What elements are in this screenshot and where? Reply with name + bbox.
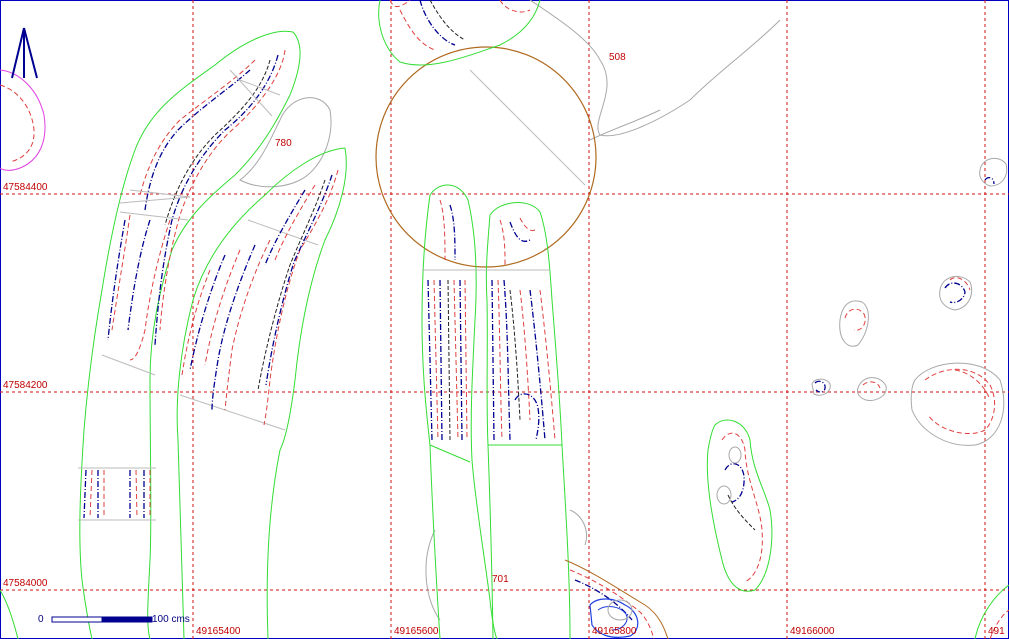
map-frame [0,0,1009,639]
scale-start-label: 0 [38,614,44,625]
feature-left-long [78,30,301,639]
grid-lines [0,0,1009,639]
small-blobs [814,177,996,434]
feature-top-center [378,0,541,66]
scale-end-label: 100 cms [152,614,190,625]
feature-bottom-left-edge [0,589,19,639]
grid-label-x-2: 49165600 [394,626,439,637]
circle-feature [375,46,597,268]
scale-bar: 0 100 cms [38,614,190,625]
scale-bar-filled [101,616,153,623]
grid-label-x-4: 49166000 [790,626,835,637]
grid-label-y-2: 47584200 [3,380,48,391]
feature-label-508: 508 [609,52,626,63]
pink-inner-contour [0,84,35,163]
grid-label-x-5: 491 [988,626,1005,637]
feature-bottom-center [564,509,669,639]
grid-label-x-1: 49165400 [196,626,241,637]
pink-outline [0,69,46,171]
grid-label-y-3: 47584000 [3,578,48,589]
feature-right-small [706,419,773,592]
map-canvas[interactable]: 0 100 cms 47584400 47584200 47584000 491… [0,0,1009,639]
grid-label-y-1: 47584400 [3,182,48,193]
feature-center-left [176,147,347,639]
grid-label-x-3: 49165800 [592,626,637,637]
feature-center-right [421,184,571,639]
feature-label-701: 701 [492,574,509,585]
grey-features [239,0,1008,621]
feature-label-780: 780 [275,138,292,149]
north-arrow-icon [11,27,38,79]
scale-bar-empty [51,616,103,623]
